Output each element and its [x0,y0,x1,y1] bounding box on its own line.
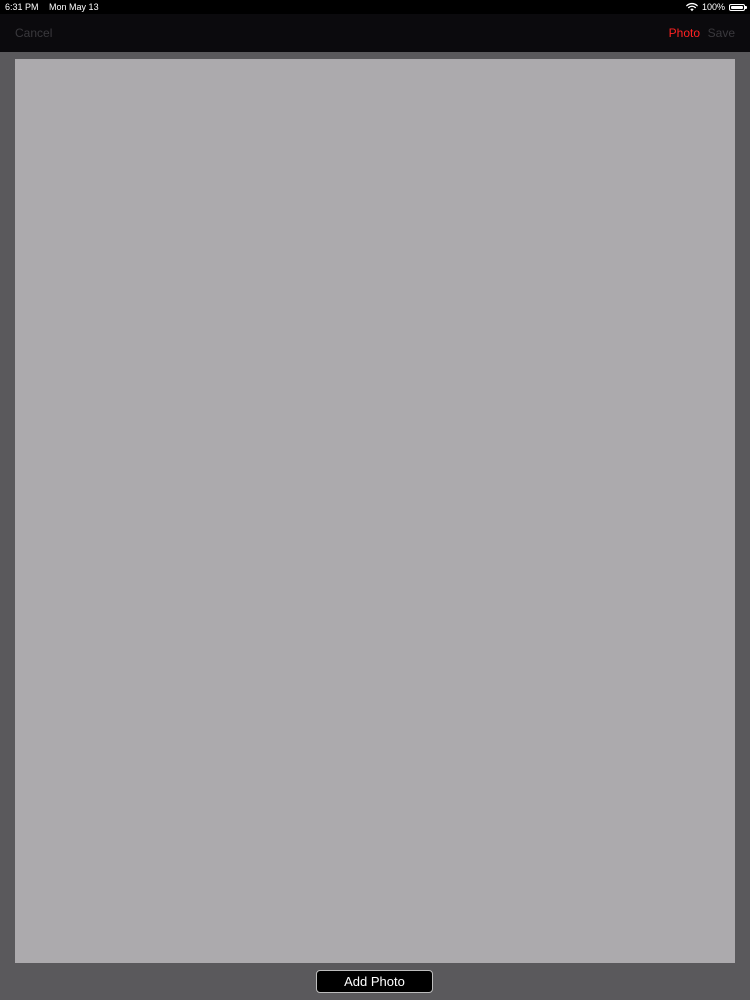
nav-bar: Cancel Photo Save [0,14,750,52]
screen: 6:31 PM Mon May 13 100% Cancel Photo Sav… [0,0,750,1000]
battery-icon [729,3,747,11]
battery-percent: 100% [701,2,725,12]
status-left: 6:31 PM Mon May 13 [5,0,99,14]
cancel-button[interactable]: Cancel [15,26,52,40]
save-button[interactable]: Save [708,26,735,40]
add-photo-button[interactable]: Add Photo [316,970,433,993]
status-bar: 6:31 PM Mon May 13 100% [0,0,750,14]
status-date: Mon May 13 [49,2,99,12]
status-right: 100% [686,0,747,14]
wifi-icon [686,2,698,12]
photo-canvas[interactable] [15,59,735,963]
status-time: 6:31 PM [5,2,39,12]
battery-fill [731,5,743,9]
photo-button[interactable]: Photo [669,26,700,40]
